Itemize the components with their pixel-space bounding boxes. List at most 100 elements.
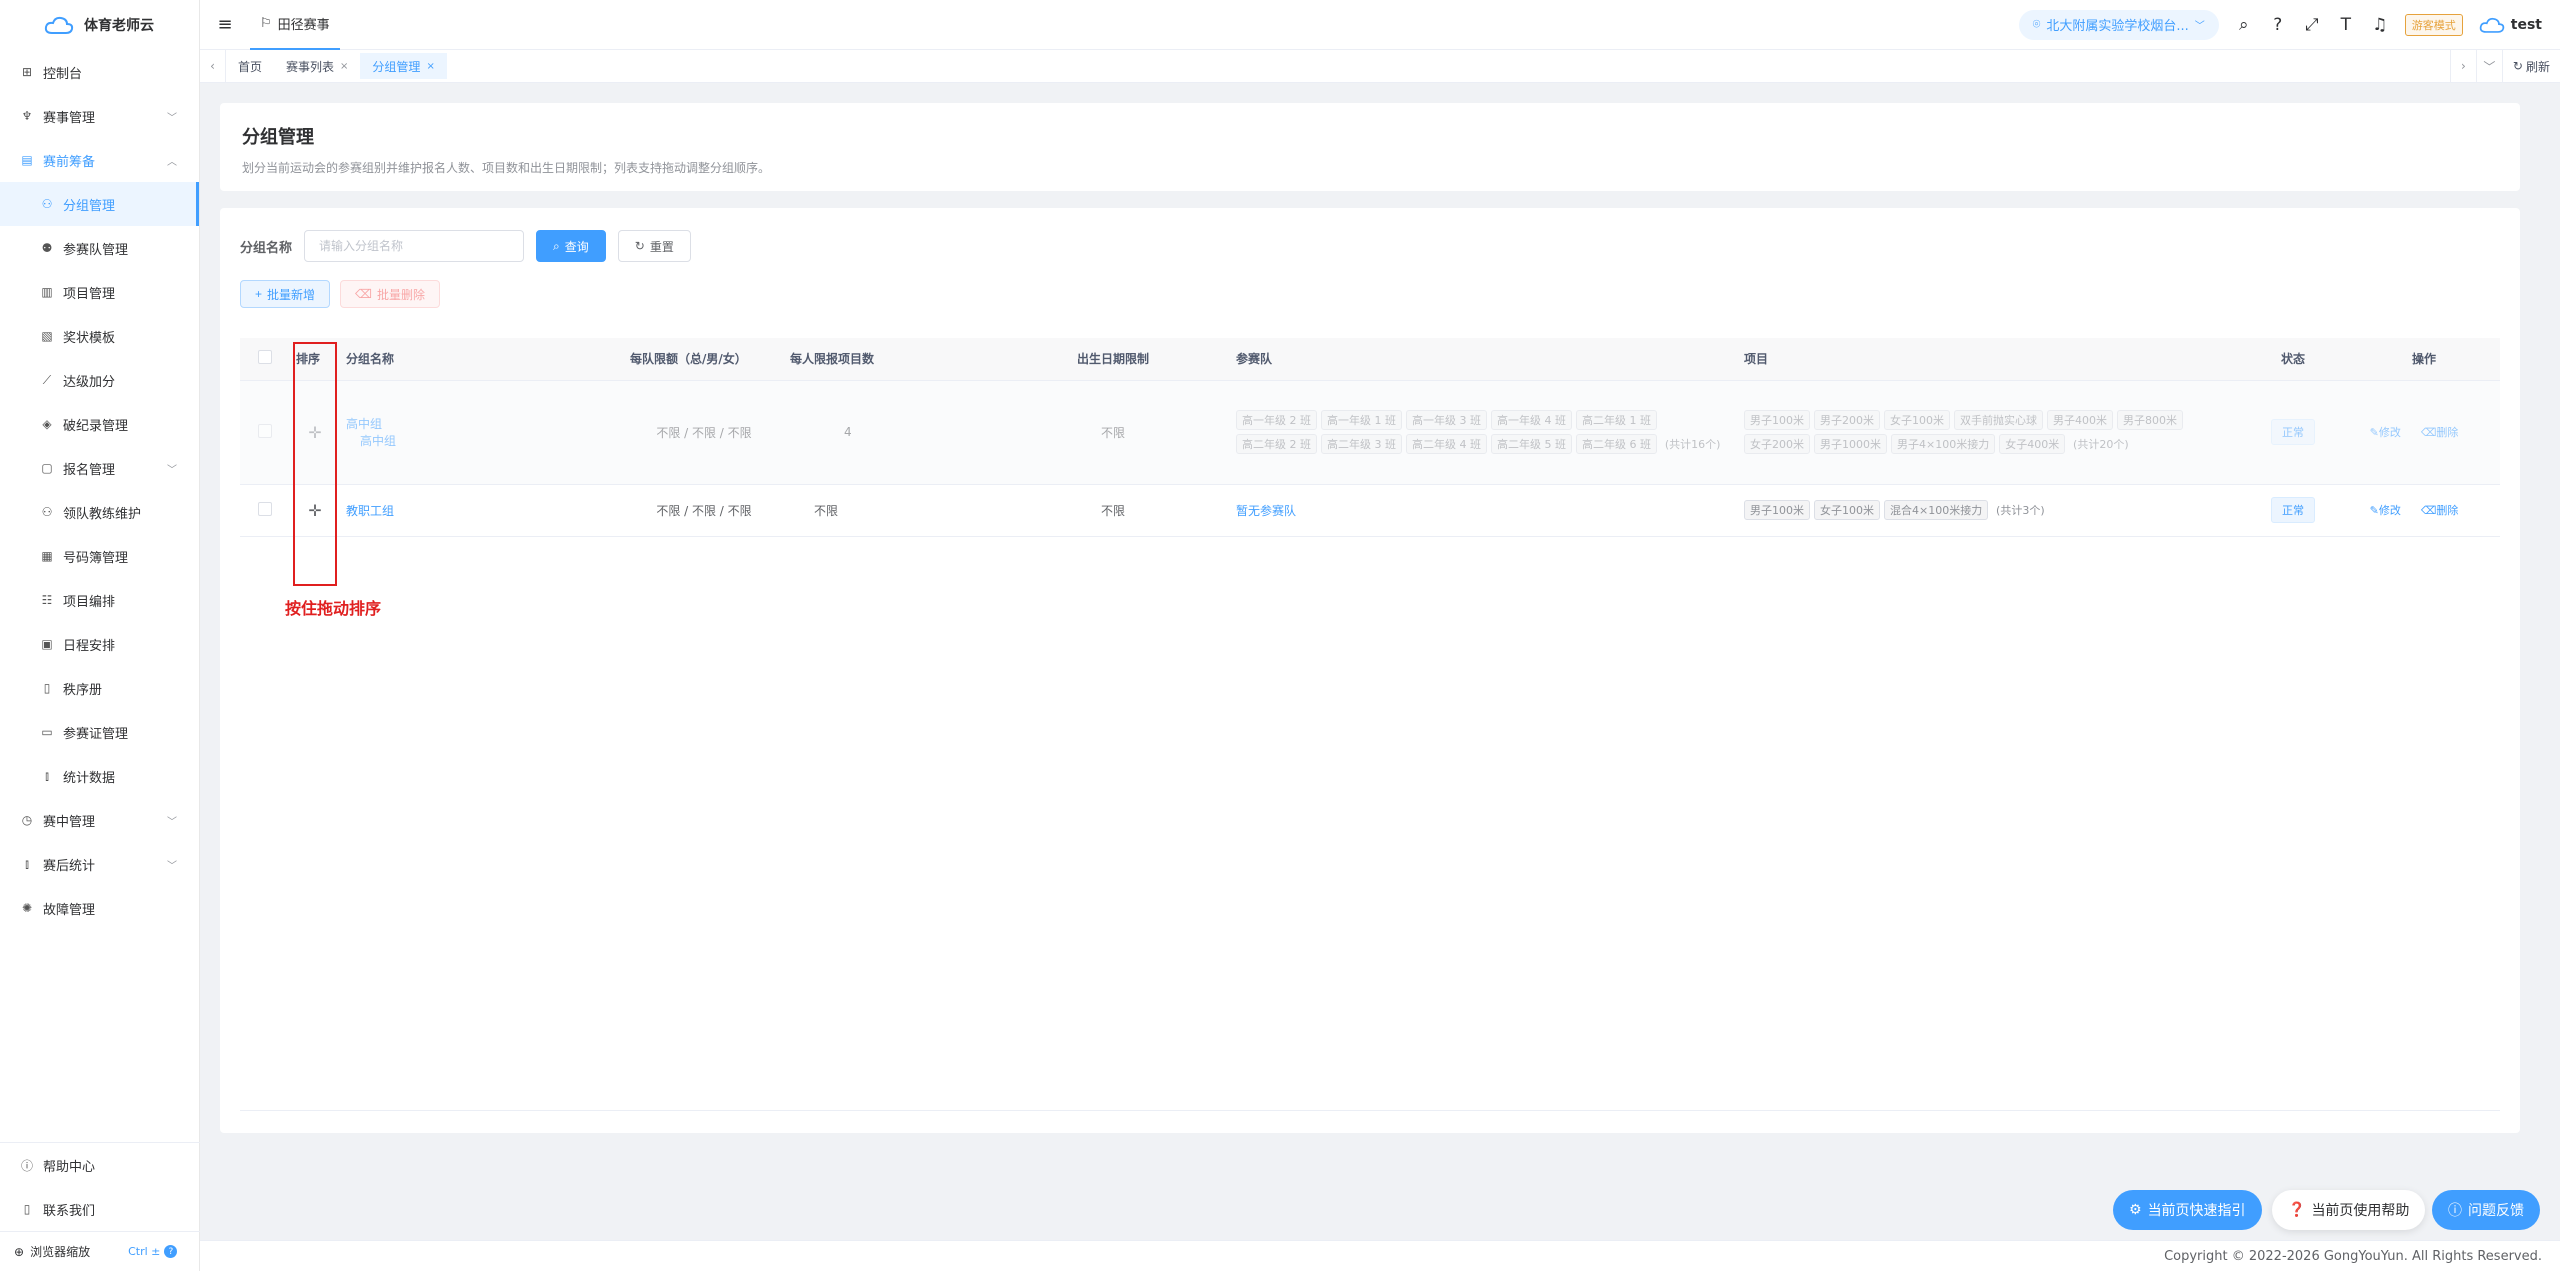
tags-dropdown-icon[interactable]: ﹀: [2475, 49, 2502, 83]
chevron-down-icon: ﹀: [167, 112, 177, 124]
school-selector[interactable]: ⌾ 北大附属实验学校烟台... ﹀: [2018, 9, 2219, 40]
chevron-up-icon: ︿: [167, 156, 177, 168]
top-right-actions: ⌾ 北大附属实验学校烟台... ﹀ ⌕ ? ⤢ T ♫ 游客模式 test: [2018, 9, 2560, 40]
close-icon[interactable]: ×: [340, 61, 348, 72]
drag-handle-icon[interactable]: ✛: [290, 484, 340, 537]
team-tag: 高一年级 3 班: [1406, 410, 1487, 430]
zoom-help-icon[interactable]: ?: [164, 1245, 178, 1258]
menu-fault-management[interactable]: ✺ 故障管理: [0, 886, 199, 930]
menu-dashboard[interactable]: ⊞ 控制台: [0, 50, 199, 94]
menu-pre-match[interactable]: ▤ 赛前筹备 ︿: [0, 138, 199, 182]
menu-level-bonus[interactable]: ⟋ 达级加分: [0, 358, 199, 402]
menu-program-book[interactable]: ▯ 秩序册: [0, 666, 199, 710]
row-checkbox[interactable]: [258, 423, 272, 438]
phone-icon: ▯: [23, 1202, 31, 1216]
table-row[interactable]: ✛ 高中组 高中组 不限 / 不限 / 不限 4 不限 高一年级 2 班高一年级 …: [240, 380, 2500, 485]
group-name-link[interactable]: 教职工组: [346, 504, 394, 518]
tags-scroll-right-icon[interactable]: ›: [2449, 49, 2476, 83]
top-tab-track-field[interactable]: ⚐ 田径赛事: [250, 0, 340, 50]
group-name-ghost: 高中组: [360, 434, 397, 448]
event-count: (共计20个): [2073, 438, 2129, 451]
feedback-button[interactable]: ⓘ 问题反馈: [2432, 1190, 2540, 1230]
app-logo[interactable]: 体育老师云: [0, 0, 199, 50]
batch-delete-button[interactable]: ⌫ 批量删除: [340, 280, 441, 308]
delete-button[interactable]: ⌫删除: [2421, 426, 2469, 439]
menu-signup-management[interactable]: ▢ 报名管理 ﹀: [0, 446, 199, 490]
menu-certificate-template[interactable]: ▧ 奖状模板: [0, 314, 199, 358]
tags-right-controls: › ﹀ ↻ 刷新: [2449, 49, 2560, 83]
menu-event-arrangement[interactable]: ☷ 项目编排: [0, 578, 199, 622]
col-sort: 排序: [290, 338, 340, 381]
drag-handle-icon[interactable]: ✛: [290, 380, 340, 485]
menu-bib-management[interactable]: ▦ 号码簿管理: [0, 534, 199, 578]
reset-button[interactable]: ↻ 重置: [617, 230, 691, 262]
table-toolbar: + 批量新增 ⌫ 批量删除: [240, 280, 2500, 308]
menu-event-items[interactable]: ▥ 项目管理: [0, 270, 199, 314]
menu-record-management[interactable]: ◈ 破纪录管理: [0, 402, 199, 446]
team-tags: 高一年级 2 班高一年级 1 班高一年级 3 班高一年级 4 班高二年级 1 班…: [1230, 380, 1738, 485]
timer-icon: ◷: [21, 813, 33, 827]
browser-zoom-hint: ⊕ 浏览器缩放 Ctrl ± ?: [0, 1231, 200, 1271]
query-button[interactable]: ⌕ 查询: [536, 230, 606, 262]
menu-post-match[interactable]: ⫾ 赛后统计 ﹀: [0, 842, 199, 886]
font-size-icon[interactable]: T: [2337, 15, 2355, 35]
bell-icon[interactable]: ♫: [2371, 15, 2389, 35]
menu-group-management[interactable]: ⚇ 分组管理: [0, 182, 199, 226]
plus-icon: +: [255, 287, 263, 301]
team-tag: 高一年级 2 班: [1236, 410, 1317, 430]
per-person-value: 4: [784, 380, 996, 485]
question-circle-icon: ⓘ: [20, 1158, 33, 1173]
page-help-button[interactable]: ❓ 当前页使用帮助: [2272, 1190, 2426, 1230]
contact-us-link[interactable]: ▯ 联系我们: [0, 1187, 200, 1231]
select-all-checkbox[interactable]: [258, 350, 272, 365]
tag-group-management[interactable]: 分组管理 ×: [360, 53, 447, 79]
edit-button[interactable]: ✎修改: [2370, 426, 2411, 439]
search-form: 分组名称 ⌕查询 ↻重置: [240, 230, 2500, 262]
help-center-link[interactable]: ⓘ 帮助中心: [0, 1143, 200, 1187]
fullscreen-icon[interactable]: ⤢: [2303, 15, 2321, 35]
team-tag: 高二年级 3 班: [1321, 434, 1402, 454]
menu-coach-maintenance[interactable]: ⚇ 领队教练维护: [0, 490, 199, 534]
tag-home[interactable]: 首页: [226, 53, 274, 79]
chevron-down-icon: ﹀: [167, 816, 177, 828]
runner-icon: ⚐: [260, 16, 272, 31]
menu-pass-management[interactable]: ▭ 参赛证管理: [0, 710, 199, 754]
chevron-down-icon: ﹀: [167, 860, 177, 872]
row-checkbox[interactable]: [258, 501, 272, 516]
tag-event-list[interactable]: 赛事列表 ×: [274, 53, 360, 79]
user-menu[interactable]: test: [2479, 16, 2542, 34]
close-icon[interactable]: ×: [426, 61, 434, 72]
menu-schedule[interactable]: ▣ 日程安排: [0, 622, 199, 666]
menu-statistics[interactable]: ⫾ 统计数据: [0, 754, 199, 798]
help-icon[interactable]: ?: [2269, 15, 2287, 35]
chevron-down-icon: ﹀: [2194, 21, 2205, 32]
table-row[interactable]: ✛ 教职工组 不限 / 不限 / 不限 不限 不限 暂无参赛队 男子100米 女子…: [240, 484, 2500, 537]
quick-guide-button[interactable]: ⚙ 当前页快速指引: [2113, 1190, 2262, 1230]
batch-add-button[interactable]: + 批量新增: [240, 280, 331, 308]
edit-button[interactable]: ✎修改: [2370, 504, 2411, 517]
per-person-value: 不限: [784, 484, 996, 537]
search-icon[interactable]: ⌕: [2235, 15, 2253, 35]
refresh-button[interactable]: ↻ 刷新: [2501, 49, 2560, 83]
delete-button[interactable]: ⌫删除: [2421, 504, 2469, 517]
event-tag: 男子1000米: [1814, 434, 1887, 454]
menu-team-management[interactable]: ⚉ 参赛队管理: [0, 226, 199, 270]
page-header-card: 分组管理 划分当前运动会的参赛组别并维护报名人数、项目数和出生日期限制；列表支持…: [220, 103, 2520, 191]
no-team-link[interactable]: 暂无参赛队: [1236, 504, 1296, 518]
col-birth-limit: 出生日期限制: [996, 338, 1230, 381]
event-tags: 男子100米 男子200米 女子100米 双手前抛实心球 男子400米 男子800米女子2…: [1738, 380, 2238, 485]
chart-icon: ⟋: [42, 372, 52, 387]
menu-toggle-icon[interactable]: ≡: [200, 14, 250, 35]
tags-scroll-left-icon[interactable]: ‹: [200, 49, 226, 83]
drag-hint-label: 按住拖动排序: [285, 599, 382, 618]
birth-limit-value: 不限: [996, 484, 1230, 537]
menu-event-management[interactable]: ♆ 赛事管理 ﹀: [0, 94, 199, 138]
team-quota-value: 不限 / 不限 / 不限: [624, 380, 784, 485]
coach-icon: ⚇: [41, 505, 53, 519]
chevron-down-icon: ﹀: [167, 464, 177, 476]
group-name-link[interactable]: 高中组: [346, 417, 382, 431]
sidebar-bottom: ⓘ 帮助中心 ▯ 联系我们 ⊕ 浏览器缩放 Ctrl ± ?: [0, 1142, 200, 1271]
group-name-input[interactable]: [304, 230, 525, 262]
menu-in-match[interactable]: ◷ 赛中管理 ﹀: [0, 798, 199, 842]
col-team-quota: 每队限额（总/男/女）: [624, 338, 784, 381]
